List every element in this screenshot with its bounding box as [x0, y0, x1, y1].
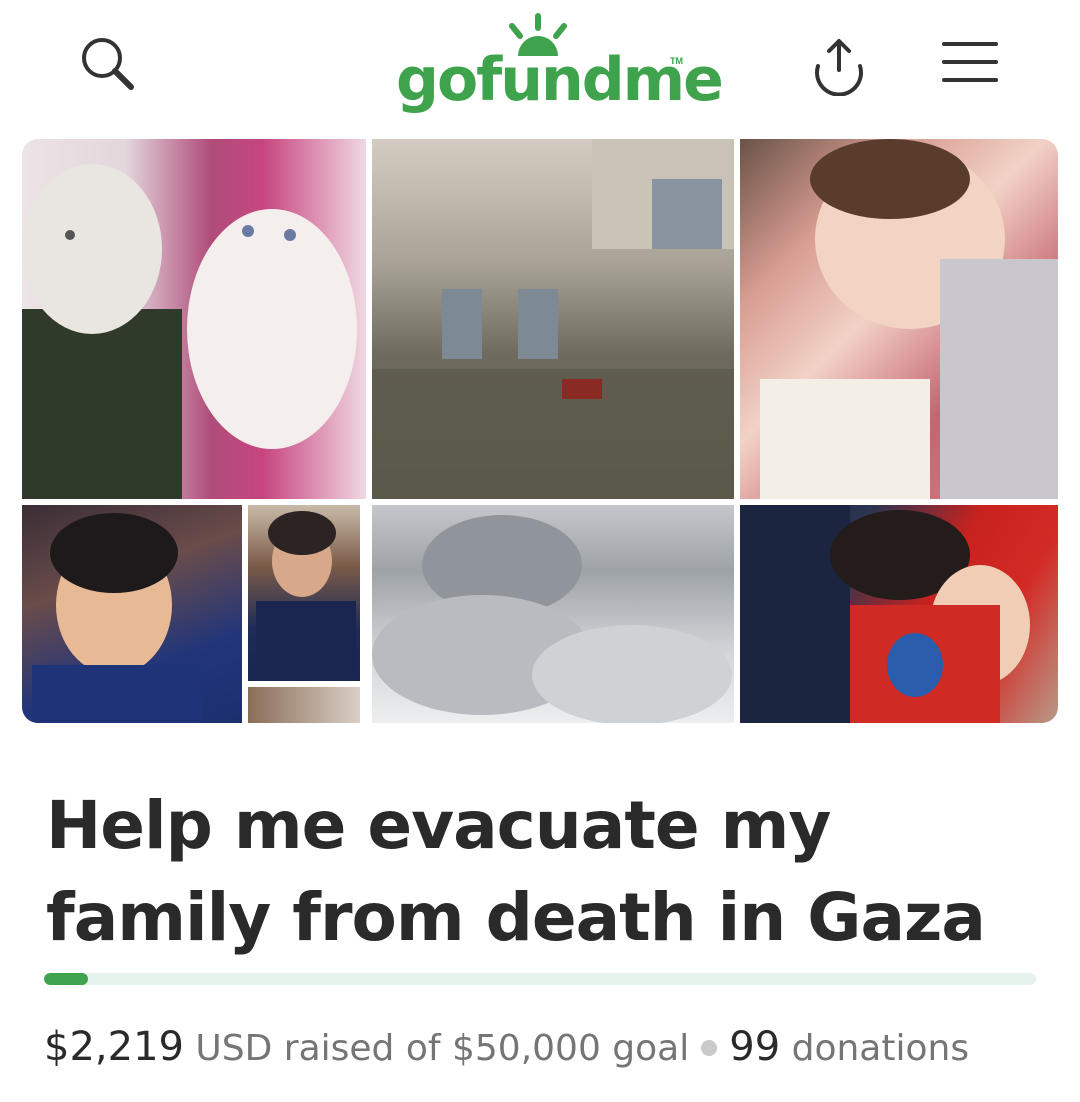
search-icon[interactable] — [76, 34, 140, 94]
top-nav-bar: gofundme TM — [0, 0, 1080, 130]
progress-bar-fill — [44, 973, 88, 985]
photo-smoke-plume[interactable] — [372, 505, 734, 723]
progress-bar — [44, 973, 1036, 985]
photo-destroyed-building[interactable] — [372, 139, 734, 499]
photo-sleeping-toddler[interactable] — [740, 139, 1058, 499]
photo-boy-portrait[interactable] — [22, 505, 242, 723]
raised-label: USD raised of $50,000 goal — [195, 1028, 690, 1069]
raised-amount: $2,219 — [44, 1024, 184, 1070]
photo-sleeping-children[interactable] — [740, 505, 1058, 723]
photo-white-cats[interactable] — [22, 139, 366, 499]
menu-icon[interactable] — [940, 40, 1000, 84]
separator-dot — [701, 1040, 718, 1056]
share-icon[interactable] — [808, 36, 870, 96]
gofundme-logo[interactable]: gofundme TM — [392, 8, 724, 118]
photo-boy-jacket[interactable] — [248, 505, 360, 681]
photo-child-partial[interactable] — [248, 687, 360, 723]
donations-label: donations — [791, 1028, 970, 1069]
campaign-photo-collage[interactable] — [22, 139, 1058, 723]
campaign-title: Help me evacuate my family from death in… — [46, 787, 986, 956]
logo-trademark: TM — [670, 56, 683, 66]
fundraising-stats: $2,219 USD raised of $50,000 goal 99 dona… — [44, 1022, 1064, 1074]
donation-count: 99 — [729, 1024, 781, 1070]
